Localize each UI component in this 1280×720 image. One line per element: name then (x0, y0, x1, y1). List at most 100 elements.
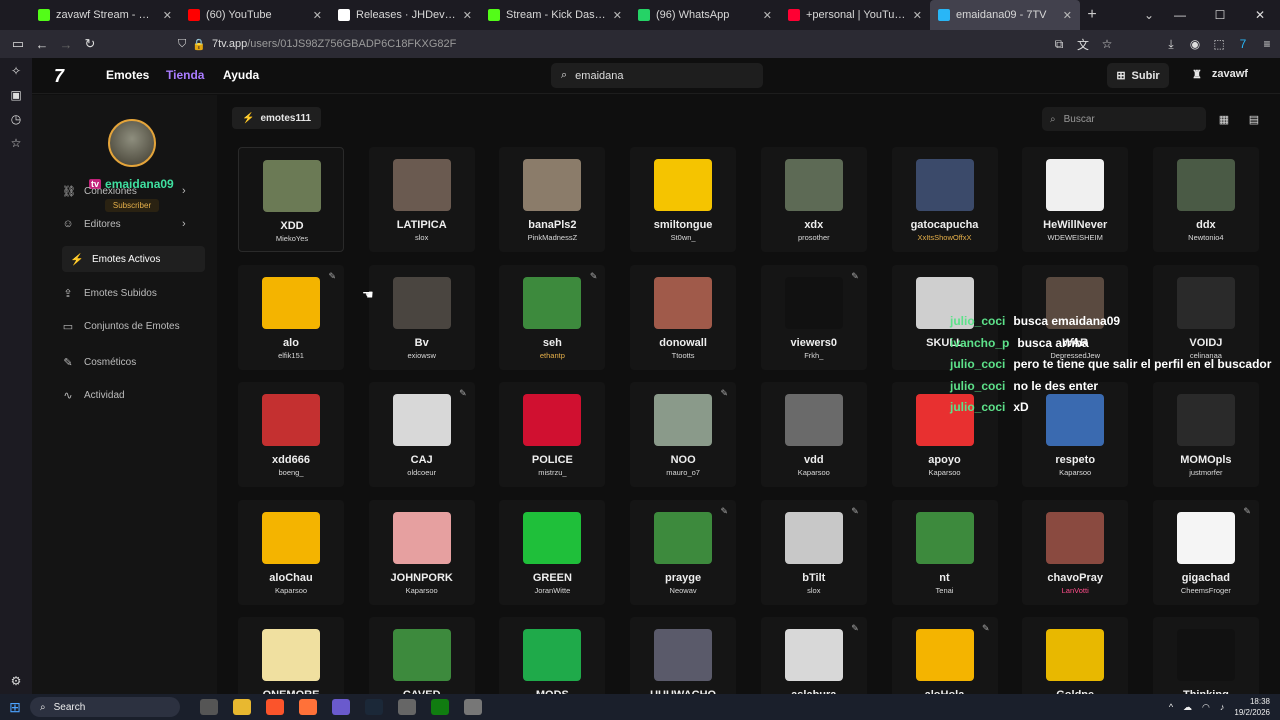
bookmark-star-icon[interactable]: ☆ (1100, 37, 1114, 51)
settings-app-icon[interactable] (464, 699, 482, 715)
emote-card[interactable]: UUUWACHO (630, 617, 737, 694)
emote-card[interactable]: HeWillNever WDEWEISHEIM (1022, 147, 1129, 252)
close-tab-icon[interactable]: ✕ (163, 9, 172, 22)
close-tab-icon[interactable]: ✕ (313, 9, 322, 22)
sidebar-item-actividad[interactable]: ∿ Actividad (62, 382, 222, 408)
sidebar-toggle-icon[interactable]: ▭ (6, 36, 30, 52)
history-icon[interactable]: ▣ (8, 88, 24, 102)
emote-card[interactable]: chavoPray LanVotti (1022, 499, 1129, 605)
xbox-icon[interactable] (431, 699, 449, 715)
obs-icon[interactable] (398, 699, 416, 715)
emote-search-input[interactable]: ⌕ Buscar (1042, 107, 1206, 131)
sidebar-item-editores[interactable]: ☺ Editores › (62, 211, 222, 237)
address-bar[interactable]: ⛉ 🔒 7tv.app/users/01JS98Z756GBADP6C18FKX… (178, 33, 1078, 55)
browser-tab[interactable]: Releases · JHDev2006/Super-Mario-Bros ✕ (330, 0, 480, 30)
menu-icon[interactable]: ≡ (1260, 37, 1274, 51)
emote-card[interactable]: gatocapucha XxItsShowOffxX (891, 147, 998, 252)
emote-card[interactable]: Bv exiowsw (368, 264, 475, 370)
maximize-button[interactable]: ☐ (1200, 0, 1240, 30)
settings-gear-icon[interactable]: ⚙ (8, 674, 24, 688)
emote-card[interactable]: prayge Neowav ✎ (630, 499, 737, 605)
translate-icon[interactable]: 文 (1076, 36, 1090, 53)
discord-icon[interactable] (332, 699, 350, 715)
emote-card[interactable]: aloChau Kaparsoo (238, 499, 344, 605)
emote-card[interactable]: ONEMORE (238, 617, 344, 694)
emote-card[interactable]: Thinking (1152, 617, 1259, 694)
sidebar-item-conexiones[interactable]: ⛓ Conexiones › (62, 178, 222, 204)
emote-card[interactable]: aloHola✎ (891, 617, 998, 694)
close-tab-icon[interactable]: ✕ (613, 9, 622, 22)
emote-card[interactable]: CAVED (368, 617, 475, 694)
new-tab-button[interactable]: + (1080, 6, 1104, 24)
close-tab-icon[interactable]: ✕ (1063, 9, 1072, 22)
close-tab-icon[interactable]: ✕ (913, 9, 922, 22)
nav-help[interactable]: Ayuda (223, 68, 259, 82)
firefox-icon[interactable] (299, 699, 317, 715)
onedrive-icon[interactable]: ☁ (1183, 702, 1192, 713)
nav-store[interactable]: Tienda (166, 68, 204, 82)
edit-pencil-icon[interactable]: ✎ (851, 506, 859, 517)
minimize-button[interactable]: — (1160, 0, 1200, 30)
sidebar-item-cosm-ticos[interactable]: ✎ Cosméticos (62, 349, 222, 375)
edit-pencil-icon[interactable]: ✎ (721, 388, 729, 399)
emote-card[interactable]: seh ethantp ✎ (499, 264, 606, 370)
emote-card[interactable]: GREEN JoranWitte (499, 499, 606, 605)
brave-icon[interactable] (266, 699, 284, 715)
emote-card[interactable]: xdd666 boeng_ (238, 382, 344, 487)
wifi-icon[interactable]: ◠ (1202, 702, 1210, 713)
emote-card[interactable]: XDD MiekoYes (238, 147, 344, 252)
emote-card[interactable]: LATIPICA slox (368, 147, 475, 252)
downloads-icon[interactable]: ⤓ (1164, 37, 1178, 52)
edit-pencil-icon[interactable]: ✎ (851, 271, 859, 282)
emote-card[interactable]: Goldpe (1022, 617, 1129, 694)
browser-tab[interactable]: (96) WhatsApp ✕ (630, 0, 780, 30)
7tv-extension-icon[interactable]: 7 (1236, 37, 1250, 51)
emote-card[interactable]: CAJ oldcoeur ✎ (368, 382, 475, 487)
browser-tab[interactable]: zavawf Stream - Watch Live on Kick ✕ (30, 0, 180, 30)
bookmarks-icon[interactable]: ☆ (8, 136, 24, 150)
browser-tab[interactable]: emaidana09 - 7TV ✕ (930, 0, 1080, 30)
browser-tab[interactable]: Stream - Kick Dashboard ✕ (480, 0, 630, 30)
edit-pencil-icon[interactable]: ✎ (328, 271, 336, 282)
emote-card[interactable]: aslabura✎ (760, 617, 867, 694)
edit-pencil-icon[interactable]: ✎ (1243, 506, 1251, 517)
file-explorer-icon[interactable] (233, 699, 251, 715)
screenshot-icon[interactable]: ⧉ (1052, 37, 1066, 52)
user-menu[interactable]: ♜ zavawf (1192, 68, 1248, 81)
emote-card[interactable]: JOHNPORK Kaparsoo (368, 499, 475, 605)
task-view-icon[interactable] (200, 699, 218, 715)
close-tab-icon[interactable]: ✕ (463, 9, 472, 22)
emote-card[interactable]: donowall Ttootts (630, 264, 737, 370)
edit-pencil-icon[interactable]: ✎ (982, 623, 990, 634)
emote-card[interactable]: xdx prosother (760, 147, 867, 252)
emote-card[interactable]: banaPls2 PinkMadnessZ (499, 147, 606, 252)
sidebar-item-emotes-subidos[interactable]: ⇪ Emotes Subidos (62, 280, 222, 306)
tab-list-chevron-icon[interactable]: ⌄ (1144, 0, 1154, 30)
nav-emotes[interactable]: Emotes (106, 68, 149, 82)
emote-card[interactable]: alo elfik151 ✎ (238, 264, 344, 370)
windows-start-icon[interactable]: ⊞ (0, 699, 30, 716)
close-tab-icon[interactable]: ✕ (763, 9, 772, 22)
extensions-icon[interactable]: ⬚ (1212, 37, 1226, 51)
upload-button[interactable]: ⊞ Subir (1107, 63, 1169, 88)
site-search-input[interactable]: ⌕ emaidana (551, 63, 763, 88)
edit-pencil-icon[interactable]: ✎ (851, 623, 859, 634)
browser-tab[interactable]: +personal | YouTube Music ✕ (780, 0, 930, 30)
emote-card[interactable]: POLICE mistrzu_ (499, 382, 606, 487)
7tv-logo[interactable]: 7 (54, 66, 64, 87)
emote-card[interactable]: vdd Kaparsoo (760, 382, 867, 487)
grid-view-button[interactable]: ▦ (1213, 107, 1235, 131)
edit-pencil-icon[interactable]: ✎ (459, 388, 467, 399)
forward-button[interactable]: → (54, 37, 78, 52)
back-button[interactable]: ← (30, 37, 54, 52)
account-icon[interactable]: ◉ (1188, 37, 1202, 51)
emote-card[interactable]: gigachad CheemsFroger ✎ (1152, 499, 1259, 605)
edit-pencil-icon[interactable]: ✎ (590, 271, 598, 282)
edit-pencil-icon[interactable]: ✎ (721, 506, 729, 517)
sidebar-item-emotes-activos[interactable]: ⚡ Emotes Activos (62, 246, 205, 272)
volume-icon[interactable]: ♪ (1220, 702, 1225, 712)
emote-card[interactable]: smiltongue St0wn_ (630, 147, 737, 252)
sidebar-item-conjuntos-de-emotes[interactable]: ▭ Conjuntos de Emotes (62, 313, 222, 339)
emote-set-selector[interactable]: ⚡ emotes111 (232, 107, 322, 129)
emote-card[interactable]: nt Tenai (891, 499, 998, 605)
